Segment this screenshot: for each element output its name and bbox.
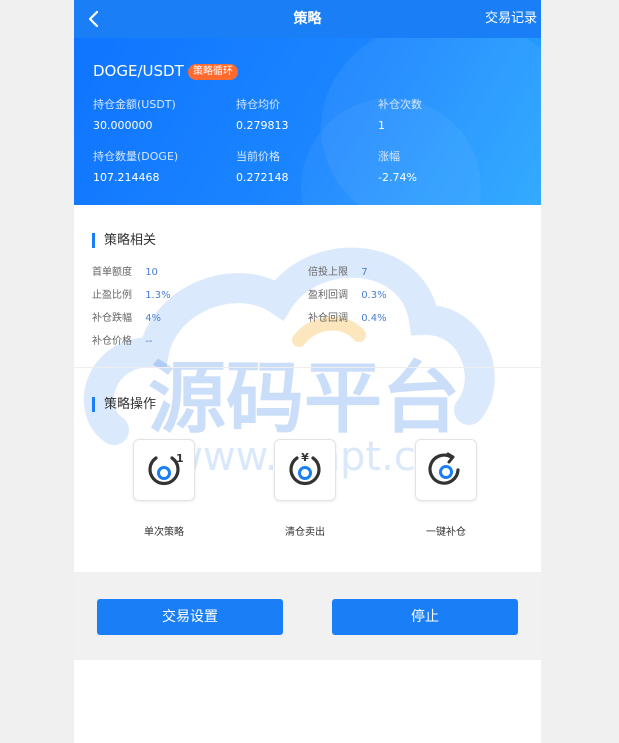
stat-change-percent: 涨幅 -2.74% — [378, 148, 417, 184]
strategy-item-value: 7 — [361, 267, 368, 278]
stat-label: 涨幅 — [378, 150, 400, 163]
one-click-cover-icon — [428, 452, 460, 485]
stop-button[interactable]: 停止 — [332, 599, 518, 635]
stat-average-price: 持仓均价 0.279813 — [236, 96, 289, 132]
stat-cover-count: 补仓次数 1 — [378, 96, 422, 132]
stat-label: 当前价格 — [236, 150, 280, 163]
strategy-item-label: 补仓跌幅 — [92, 313, 132, 324]
one-click-cover-button[interactable]: 一键补仓 — [415, 439, 477, 538]
trade-history-link[interactable]: 交易记录 — [485, 0, 537, 38]
app-screen: 源码平台 www.ympt.cc 策略 交易记录 DOGE/USDT 策略循环 … — [74, 0, 541, 743]
trading-pair: DOGE/USDT — [93, 62, 184, 80]
strategy-item-cover-drop: 补仓跌幅 4% — [92, 309, 161, 324]
sell-all-glyph: ¥ — [301, 451, 309, 464]
strategy-item-cover-price: 补仓价格 -- — [92, 332, 152, 347]
stat-position-amount: 持仓金额(USDT) 30.000000 — [93, 96, 176, 132]
strategy-item-value: 0.4% — [361, 313, 387, 324]
strategy-item-value: 1.3% — [145, 290, 171, 301]
strategy-item-multiplier-limit: 倍投上限 7 — [308, 263, 368, 278]
stat-current-price: 当前价格 0.272148 — [236, 148, 289, 184]
single-strategy-button[interactable]: 1 单次策略 — [133, 439, 195, 538]
stat-label: 持仓金额(USDT) — [93, 98, 176, 111]
strategy-item-label: 首单额度 — [92, 267, 132, 278]
stat-label: 补仓次数 — [378, 98, 422, 111]
single-strategy-icon-box[interactable]: 1 — [133, 439, 195, 501]
sell-all-button[interactable]: ¥ 清仓卖出 — [274, 439, 336, 538]
strategy-section-title: 策略相关 — [92, 233, 156, 248]
action-bar: 交易设置 停止 — [74, 572, 541, 660]
stat-value: -2.74% — [378, 171, 417, 184]
top-nav-bar: 策略 交易记录 — [74, 0, 541, 38]
stat-value: 30.000000 — [93, 119, 153, 132]
strategy-item-value: 4% — [145, 313, 162, 324]
strategy-status-badge: 策略循环 — [188, 64, 238, 80]
operations-section-title: 策略操作 — [92, 397, 156, 412]
section-divider — [74, 367, 541, 368]
strategy-item-profit-pullback: 盈利回调 0.3% — [308, 286, 387, 301]
stat-label: 持仓数量(DOGE) — [93, 150, 179, 163]
strategy-item-first-order: 首单额度 10 — [92, 263, 158, 278]
position-summary-card: DOGE/USDT 策略循环 持仓金额(USDT) 30.000000 持仓均价… — [74, 38, 541, 205]
strategy-item-take-profit: 止盈比例 1.3% — [92, 286, 171, 301]
strategy-item-value: 0.3% — [361, 290, 387, 301]
sell-all-icon: ¥ — [289, 451, 321, 486]
stat-value: 0.279813 — [236, 119, 289, 132]
single-cycle-glyph: 1 — [176, 452, 184, 465]
op-label: 单次策略 — [144, 527, 184, 538]
stat-value: 107.214468 — [93, 171, 160, 184]
stat-position-quantity: 持仓数量(DOGE) 107.214468 — [93, 148, 178, 184]
strategy-item-value: 10 — [145, 267, 158, 278]
strategy-item-label: 盈利回调 — [308, 290, 348, 301]
trade-settings-button[interactable]: 交易设置 — [97, 599, 283, 635]
op-label: 一键补仓 — [426, 527, 466, 538]
strategy-item-label: 补仓回调 — [308, 313, 348, 324]
back-arrow-icon[interactable] — [84, 9, 104, 29]
page-title: 策略 — [293, 11, 322, 27]
strategy-item-cover-pullback: 补仓回调 0.4% — [308, 309, 387, 324]
strategy-item-label: 补仓价格 — [92, 336, 132, 347]
strategy-item-label: 止盈比例 — [92, 290, 132, 301]
single-cycle-icon: 1 — [148, 452, 184, 486]
op-label: 清仓卖出 — [285, 527, 325, 538]
strategy-item-label: 倍投上限 — [308, 267, 348, 278]
stat-value: 0.272148 — [236, 171, 289, 184]
stat-value: 1 — [378, 119, 385, 132]
stat-label: 持仓均价 — [236, 98, 280, 111]
one-click-cover-icon-box[interactable] — [415, 439, 477, 501]
strategy-item-value: -- — [145, 336, 153, 347]
sell-all-icon-box[interactable]: ¥ — [274, 439, 336, 501]
